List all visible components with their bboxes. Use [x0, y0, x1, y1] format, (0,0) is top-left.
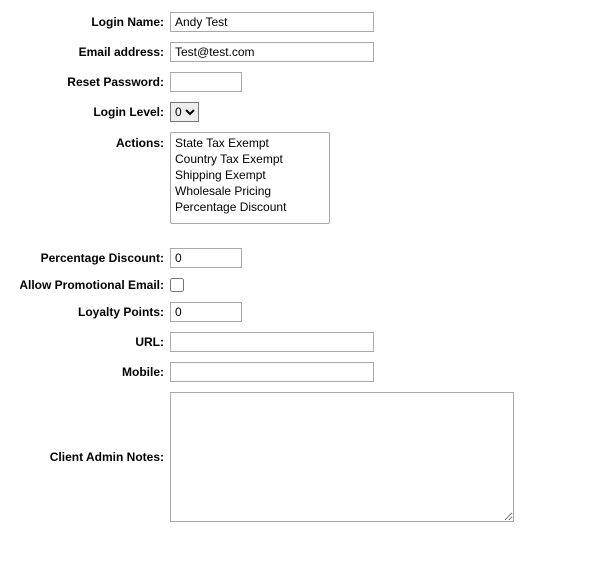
login-level-select[interactable]: 0 — [170, 102, 199, 122]
notes-label: Client Admin Notes: — [0, 450, 170, 464]
percentage-discount-label: Percentage Discount: — [0, 251, 170, 265]
login-name-input[interactable] — [170, 12, 374, 32]
reset-password-input[interactable] — [170, 72, 242, 92]
notes-textarea[interactable] — [170, 392, 514, 522]
allow-promo-label: Allow Promotional Email: — [0, 278, 170, 292]
login-name-label: Login Name: — [0, 15, 170, 29]
allow-promo-checkbox[interactable] — [170, 278, 184, 292]
url-input[interactable] — [170, 332, 374, 352]
actions-list[interactable]: State Tax Exempt Country Tax Exempt Ship… — [170, 132, 330, 224]
reset-password-label: Reset Password: — [0, 75, 170, 89]
actions-option[interactable]: Wholesale Pricing — [173, 183, 327, 199]
actions-option[interactable]: Percentage Discount — [173, 199, 327, 215]
login-level-label: Login Level: — [0, 105, 170, 119]
mobile-label: Mobile: — [0, 365, 170, 379]
email-input[interactable] — [170, 42, 374, 62]
actions-option[interactable]: Country Tax Exempt — [173, 151, 327, 167]
mobile-input[interactable] — [170, 362, 374, 382]
loyalty-points-input[interactable] — [170, 302, 242, 322]
loyalty-points-label: Loyalty Points: — [0, 305, 170, 319]
actions-option[interactable]: Shipping Exempt — [173, 167, 327, 183]
url-label: URL: — [0, 335, 170, 349]
percentage-discount-input[interactable] — [170, 248, 242, 268]
email-label: Email address: — [0, 45, 170, 59]
actions-option[interactable]: State Tax Exempt — [173, 135, 327, 151]
actions-label: Actions: — [0, 132, 170, 150]
